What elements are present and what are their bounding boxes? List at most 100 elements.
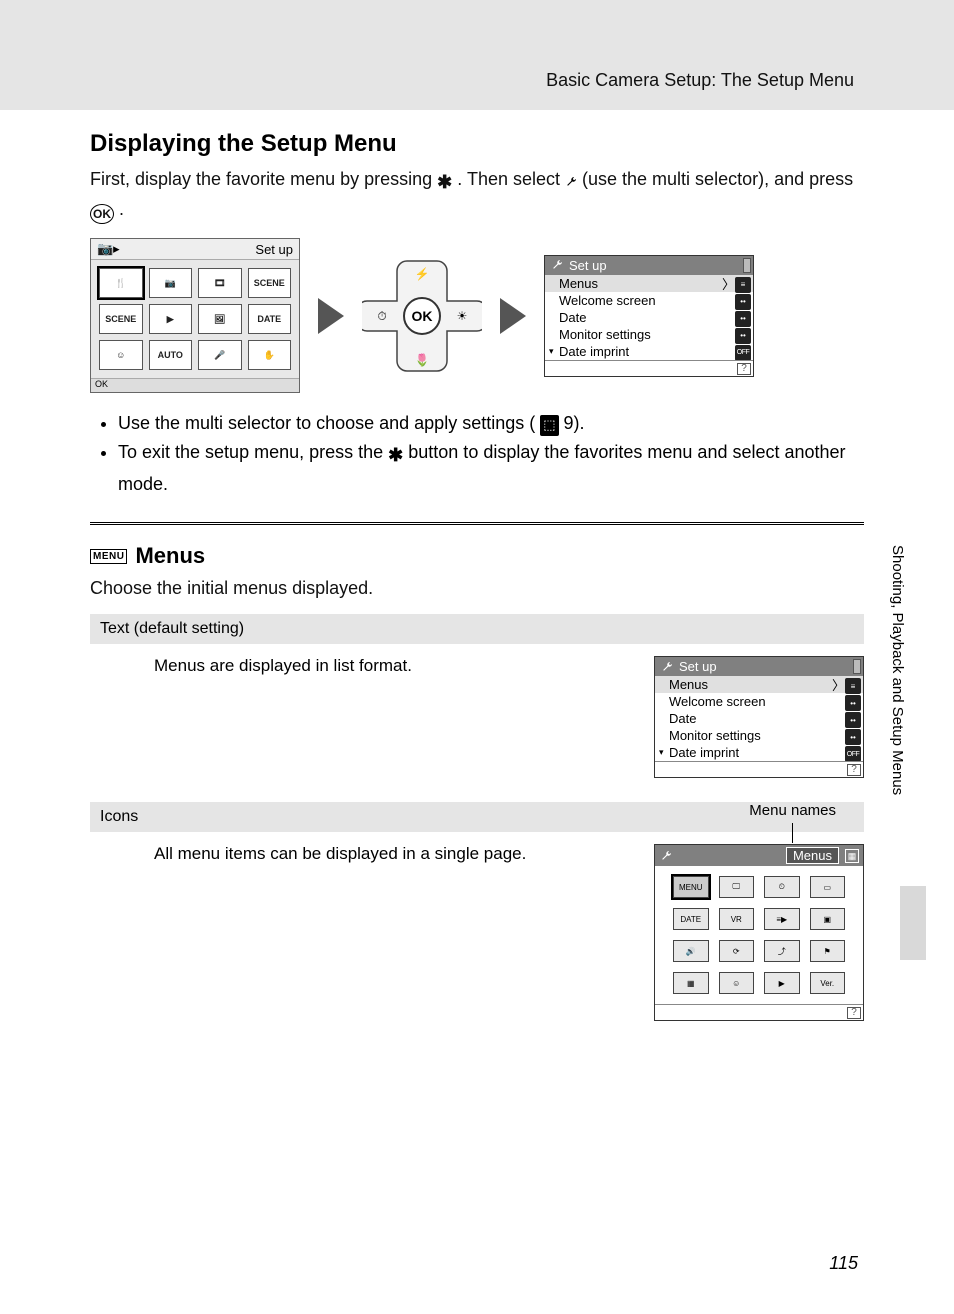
option-body-icons: All menu items can be displayed in a sin… bbox=[90, 832, 864, 1033]
setup-row-menus: Menus 〉 ≡ bbox=[545, 275, 753, 292]
icons-selected-name: Menus bbox=[786, 847, 839, 864]
callout-text: Menu names bbox=[749, 802, 836, 819]
callout-line bbox=[792, 823, 793, 843]
scrollbar bbox=[853, 659, 861, 674]
setup-title-bar: Set up bbox=[655, 657, 863, 676]
fav-cell: ✋ bbox=[248, 340, 292, 370]
menu-names-callout: Menu names bbox=[749, 802, 836, 843]
icons-cell: ▣ bbox=[810, 908, 846, 930]
row-label: Monitor settings bbox=[559, 327, 651, 342]
bullet-1-b: 9). bbox=[564, 413, 585, 433]
manual-page: Basic Camera Setup: The Setup Menu Displ… bbox=[0, 0, 954, 1314]
icons-cell-menu: MENU bbox=[673, 876, 709, 898]
option-desc-text: Menus are displayed in list format. bbox=[154, 656, 634, 676]
setup-row-monitor: Monitor settings •• bbox=[655, 727, 863, 744]
fav-cell: ☺ bbox=[99, 340, 143, 370]
content-area: Displaying the Setup Menu First, display… bbox=[90, 130, 864, 1033]
camera-icon: 📷▸ bbox=[97, 241, 120, 257]
fav-cell-setup: 🍴 bbox=[99, 268, 143, 298]
icons-cell: ⚑ bbox=[810, 940, 846, 962]
value-badge: •• bbox=[735, 311, 751, 327]
icons-footer: ? bbox=[655, 1004, 863, 1020]
value-badge: •• bbox=[735, 328, 751, 344]
menu-tag-icon: MENU bbox=[90, 549, 127, 564]
manual-ref-icon: ⬚ bbox=[540, 415, 558, 436]
row-label: Welcome screen bbox=[559, 293, 656, 308]
row-label: Welcome screen bbox=[669, 694, 766, 709]
svg-text:OK: OK bbox=[412, 308, 433, 324]
menus-title-text: Menus bbox=[135, 543, 205, 569]
favorites-head: 📷▸ Set up bbox=[91, 239, 299, 260]
option-body-text: Menus are displayed in list format. Set … bbox=[90, 644, 864, 790]
more-below-icon: ▾ bbox=[549, 346, 554, 357]
off-badge: OFF bbox=[845, 746, 861, 762]
thumb-tab bbox=[900, 886, 926, 960]
setup-footer: ? bbox=[545, 360, 753, 376]
favorites-foot: OK bbox=[91, 378, 299, 392]
fav-cell: SCENE bbox=[248, 268, 292, 298]
intro-paragraph: First, display the favorite menu by pres… bbox=[90, 166, 864, 224]
wrench-cursor-icon bbox=[565, 169, 577, 196]
svg-text:⏱: ⏱ bbox=[377, 309, 386, 323]
svg-text:☀: ☀ bbox=[457, 309, 468, 323]
value-badge: •• bbox=[845, 729, 861, 745]
icons-cell: ☺ bbox=[719, 972, 755, 994]
icons-menu-screenshot: Menus ▦ MENU 🖵 ⏲ ▭ DATE VR ≡▶ ▣ 🔊 ⟳ bbox=[654, 844, 864, 1021]
option-desc-icons: All menu items can be displayed in a sin… bbox=[154, 844, 634, 864]
running-head: Basic Camera Setup: The Setup Menu bbox=[546, 70, 854, 91]
wrench-icon bbox=[660, 850, 672, 862]
divider-rule bbox=[90, 522, 864, 525]
row-label: Date bbox=[559, 310, 586, 325]
favorites-grid: 🍴 📷 🎞 SCENE SCENE ▶ 🖼 DATE ☺ AUTO 🎤 ✋ bbox=[91, 260, 299, 378]
bullet-1: Use the multi selector to choose and app… bbox=[118, 409, 864, 438]
setup-row-date: Date •• bbox=[545, 309, 753, 326]
row-label: Date imprint bbox=[669, 745, 739, 760]
list-icon-badge: ≡ bbox=[735, 277, 751, 293]
more-below-icon: ▾ bbox=[659, 747, 664, 758]
icons-grid: MENU 🖵 ⏲ ▭ DATE VR ≡▶ ▣ 🔊 ⟳ ⤴ ⚑ ▦ ☺ bbox=[655, 866, 863, 1004]
setup-row-monitor: Monitor settings •• bbox=[545, 326, 753, 343]
help-icon: ? bbox=[737, 363, 751, 375]
multi-selector-dpad: OK ⚡ 🌷 ⏱ ☀ bbox=[362, 256, 482, 376]
icons-cell: ⤴ bbox=[764, 940, 800, 962]
intro-text-c: (use the multi selector), and press bbox=[582, 169, 853, 189]
icons-cell: ⏲ bbox=[764, 876, 800, 898]
top-gray-band bbox=[0, 0, 954, 110]
value-badge: •• bbox=[735, 294, 751, 310]
fav-cell: 🎤 bbox=[198, 340, 242, 370]
fav-cell: DATE bbox=[248, 304, 292, 334]
icons-cell: VR bbox=[719, 908, 755, 930]
page-number: 115 bbox=[829, 1253, 858, 1274]
intro-text-a: First, display the favorite menu by pres… bbox=[90, 169, 437, 189]
favorite-star-icon: ✱ bbox=[437, 169, 452, 196]
arrow-right-icon bbox=[318, 298, 344, 334]
scrollbar bbox=[743, 258, 751, 273]
help-icon: ? bbox=[847, 1007, 861, 1019]
icons-cell: 🔊 bbox=[673, 940, 709, 962]
fav-cell: 🖼 bbox=[198, 304, 242, 334]
menus-intro: Choose the initial menus displayed. bbox=[90, 575, 864, 602]
setup-title-text: Set up bbox=[569, 258, 607, 273]
bullet-2: To exit the setup menu, press the ✱ butt… bbox=[118, 438, 864, 499]
help-icon: ? bbox=[847, 764, 861, 776]
row-label: Monitor settings bbox=[669, 728, 761, 743]
setup-menu-screenshot-text: Set up Menus 〉 ≡ Welcome screen •• Date … bbox=[654, 656, 864, 778]
value-badge: •• bbox=[845, 712, 861, 728]
fav-cell: SCENE bbox=[99, 304, 143, 334]
grid-icon: ▦ bbox=[845, 849, 859, 863]
setup-row-welcome: Welcome screen •• bbox=[655, 693, 863, 710]
option-header-icons: Icons bbox=[90, 802, 864, 832]
icons-cell: ▶ bbox=[764, 972, 800, 994]
icons-cell: Ver. bbox=[810, 972, 846, 994]
fav-cell: AUTO bbox=[149, 340, 193, 370]
setup-row-imprint: ▾ Date imprint OFF bbox=[545, 343, 753, 360]
value-badge: •• bbox=[845, 695, 861, 711]
bullet-2-a: To exit the setup menu, press the bbox=[118, 442, 388, 462]
wrench-icon bbox=[661, 661, 673, 673]
setup-row-imprint: ▾ Date imprint OFF bbox=[655, 744, 863, 761]
favorites-menu-screenshot: 📷▸ Set up 🍴 📷 🎞 SCENE SCENE ▶ 🖼 DATE ☺ A… bbox=[90, 238, 300, 393]
setup-row-date: Date •• bbox=[655, 710, 863, 727]
figure-row-1: 📷▸ Set up 🍴 📷 🎞 SCENE SCENE ▶ 🖼 DATE ☺ A… bbox=[90, 238, 864, 393]
menus-heading: MENU Menus bbox=[90, 543, 864, 569]
off-badge: OFF bbox=[735, 345, 751, 361]
